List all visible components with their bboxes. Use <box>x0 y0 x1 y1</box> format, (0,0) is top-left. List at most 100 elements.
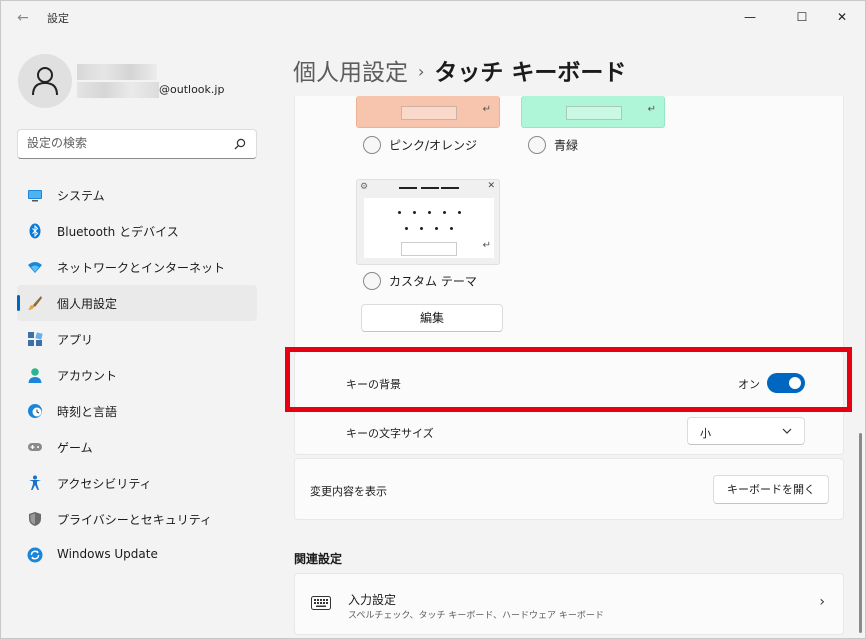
close-button[interactable]: ✕ <box>819 5 865 29</box>
close-icon: ✕ <box>487 181 495 191</box>
sidebar-item-label: プライバシーとセキュリティ <box>57 513 213 527</box>
theme-option-custom[interactable]: カスタム テーマ <box>363 272 477 290</box>
apps-icon <box>28 332 43 346</box>
chevron-right-icon: › <box>418 62 425 81</box>
sidebar-item-label: アクセシビリティ <box>57 477 152 491</box>
radio-button[interactable] <box>363 136 381 154</box>
sidebar-item-label: 個人用設定 <box>57 297 118 311</box>
radio-button[interactable] <box>528 136 546 154</box>
bluetooth-icon <box>29 223 41 239</box>
avatar[interactable] <box>18 54 72 108</box>
sidebar-item-gaming[interactable]: ゲーム <box>17 429 257 465</box>
key-background-label: キーの背景 <box>346 378 401 391</box>
sidebar-item-privacy-security[interactable]: プライバシーとセキュリティ <box>17 501 257 537</box>
update-icon <box>27 547 43 563</box>
search-icon[interactable] <box>234 138 246 150</box>
view-changes-row: 変更内容を表示 キーボードを開く <box>294 458 844 520</box>
chevron-right-icon: › <box>819 594 825 610</box>
key-dot <box>398 211 401 214</box>
toggle-state-label: オン <box>738 378 760 391</box>
wifi-icon <box>28 262 42 273</box>
theme-label: カスタム テーマ <box>389 274 477 289</box>
input-settings-link[interactable]: 入力設定 スペルチェック、タッチ キーボード、ハードウェア キーボード › <box>294 573 844 635</box>
person-icon <box>28 368 42 383</box>
chevron-down-icon <box>782 428 792 434</box>
input-settings-title: 入力設定 <box>348 593 397 607</box>
theme-panel: ↵ ↵ ピンク/オレンジ 青緑 ⚙ ✕ ↵ カスタム テーマ 編集 <box>294 96 844 348</box>
gear-icon: ⚙ <box>360 182 369 192</box>
key-dot <box>450 227 453 230</box>
keyboard-icon <box>311 596 331 610</box>
view-changes-label: 変更内容を表示 <box>310 485 387 498</box>
key-dot <box>428 211 431 214</box>
key-background-toggle[interactable] <box>767 373 805 393</box>
sidebar-item-label: ネットワークとインターネット <box>57 261 226 275</box>
sidebar-nav: システム Bluetooth とデバイス ネットワークとインターネット 個人用設… <box>17 177 257 573</box>
theme-option-pink-orange[interactable]: ピンク/オレンジ <box>363 136 477 154</box>
page-title: タッチ キーボード <box>434 60 627 86</box>
sidebar-item-bluetooth[interactable]: Bluetooth とデバイス <box>17 213 257 249</box>
theme-option-teal[interactable]: 青緑 <box>528 136 578 154</box>
sidebar-item-label: Bluetooth とデバイス <box>57 225 179 239</box>
back-button[interactable]: ← <box>11 9 35 27</box>
key-dot <box>413 211 416 214</box>
sidebar-item-system[interactable]: システム <box>17 177 257 213</box>
brush-icon <box>28 296 42 310</box>
scrollbar[interactable] <box>859 433 862 633</box>
key-dot <box>458 211 461 214</box>
settings-window: ← 設定 — ☐ ✕ @outlook.jp システム Bluetooth とデ… <box>0 0 866 639</box>
search-box[interactable] <box>17 129 257 159</box>
theme-thumbnail-teal[interactable]: ↵ <box>521 96 665 128</box>
account-email: @outlook.jp <box>159 83 225 96</box>
monitor-icon <box>28 190 42 202</box>
related-settings-title: 関連設定 <box>294 552 343 566</box>
breadcrumb: 個人用設定 › タッチ キーボード <box>293 53 626 87</box>
account-email-redacted <box>77 82 159 98</box>
theme-thumbnail-custom[interactable]: ⚙ ✕ ↵ <box>356 179 500 265</box>
sidebar-item-apps[interactable]: アプリ <box>17 321 257 357</box>
sidebar-item-accounts[interactable]: アカウント <box>17 357 257 393</box>
theme-label: ピンク/オレンジ <box>389 138 478 153</box>
main-content: ↵ ↵ ピンク/オレンジ 青緑 ⚙ ✕ ↵ カスタム テーマ 編集 キーの背景 … <box>293 96 845 639</box>
open-keyboard-button[interactable]: キーボードを開く <box>713 475 829 504</box>
key-font-size-row: キーの文字サイズ 小 <box>294 411 844 455</box>
gamepad-icon <box>28 443 42 451</box>
sidebar-item-label: ゲーム <box>57 441 93 455</box>
search-input[interactable] <box>27 136 227 150</box>
key-font-size-select[interactable]: 小 <box>687 417 805 445</box>
enter-icon: ↵ <box>482 104 491 115</box>
sidebar-item-label: 時刻と言語 <box>57 405 118 419</box>
enter-icon: ↵ <box>647 104 656 115</box>
spacebar-preview <box>401 242 457 256</box>
toggle-knob <box>789 377 801 389</box>
key-dot <box>405 227 408 230</box>
key-dot <box>435 227 438 230</box>
key-font-size-label: キーの文字サイズ <box>346 427 434 440</box>
minimize-button[interactable]: — <box>727 5 773 29</box>
title-bar: ← 設定 — ☐ ✕ <box>1 1 865 33</box>
person-icon <box>32 67 58 96</box>
sidebar-item-network[interactable]: ネットワークとインターネット <box>17 249 257 285</box>
key-dot <box>443 211 446 214</box>
sidebar-item-windows-update[interactable]: Windows Update <box>17 537 257 573</box>
edit-button[interactable]: 編集 <box>361 304 503 332</box>
radio-button[interactable] <box>363 272 381 290</box>
sidebar-item-label: アプリ <box>57 333 94 347</box>
key-dot <box>420 227 423 230</box>
sidebar-item-label: システム <box>57 189 105 203</box>
account-name-redacted <box>77 64 157 80</box>
select-value: 小 <box>700 427 711 440</box>
app-title: 設定 <box>47 12 69 25</box>
breadcrumb-parent[interactable]: 個人用設定 <box>293 60 408 86</box>
shield-icon <box>29 512 41 526</box>
clock-globe-icon <box>28 404 42 418</box>
sidebar-item-accessibility[interactable]: アクセシビリティ <box>17 465 257 501</box>
accessibility-icon <box>29 475 41 490</box>
sidebar-item-personalization[interactable]: 個人用設定 <box>17 285 257 321</box>
key-background-row: キーの背景 オン <box>294 351 844 409</box>
theme-thumbnail-pink-orange[interactable]: ↵ <box>356 96 500 128</box>
theme-label: 青緑 <box>554 138 579 153</box>
spacebar-preview <box>401 106 457 120</box>
sidebar-item-time-language[interactable]: 時刻と言語 <box>17 393 257 429</box>
input-settings-subtitle: スペルチェック、タッチ キーボード、ハードウェア キーボード <box>348 611 604 621</box>
